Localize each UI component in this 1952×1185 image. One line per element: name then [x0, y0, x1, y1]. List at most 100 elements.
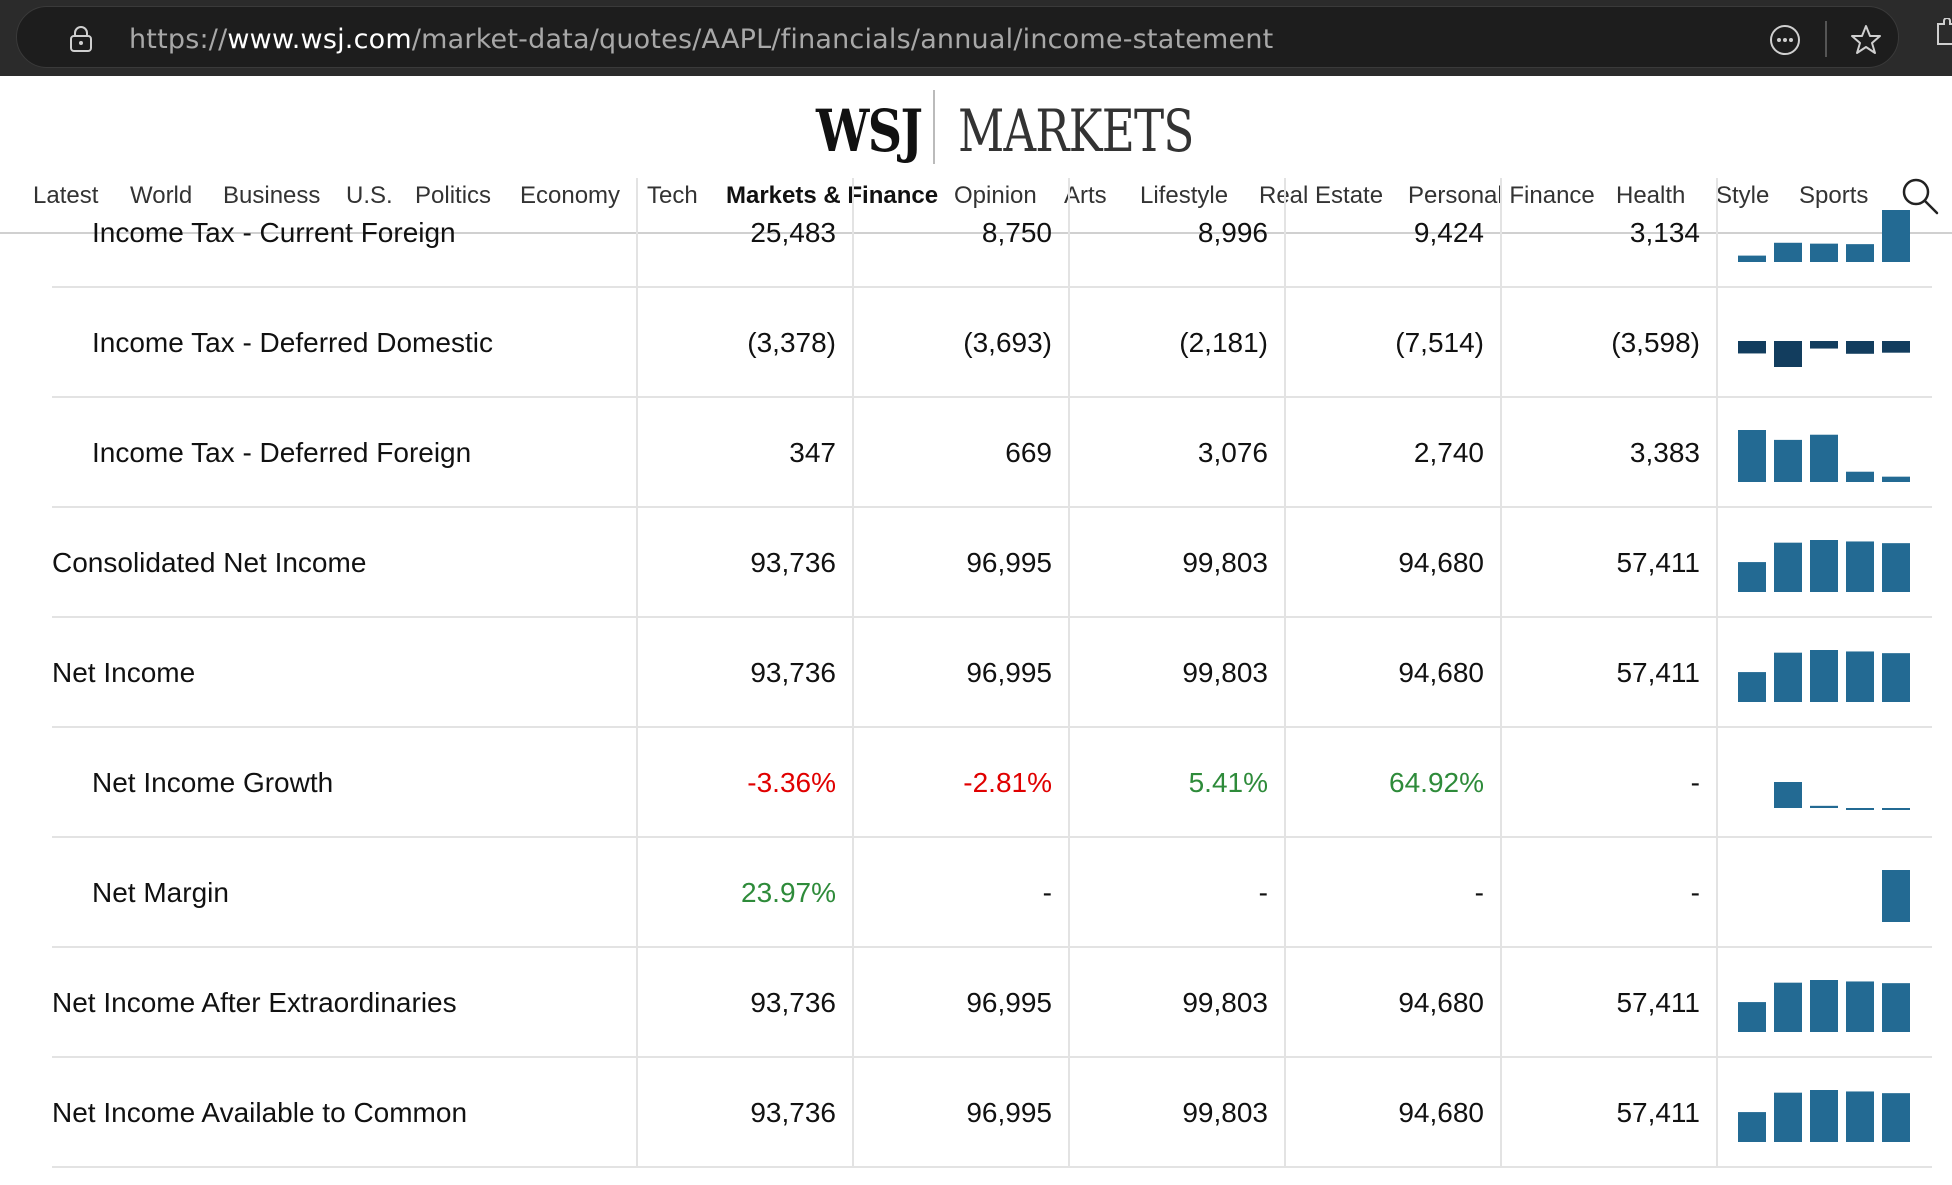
value-cell: 8,750: [852, 178, 1068, 288]
trend-sparkline: [1716, 948, 1932, 1058]
trend-sparkline: [1716, 618, 1932, 728]
row-label: Net Income After Extraordinaries: [52, 987, 457, 1018]
trend-bar: [1738, 1112, 1766, 1142]
address-bar-divider: [1825, 21, 1827, 57]
more-options-icon[interactable]: [1769, 24, 1801, 56]
favorite-star-icon[interactable]: [1849, 23, 1883, 57]
trend-bar: [1774, 341, 1802, 367]
table-row: Income Tax - Deferred Domestic (3,378) (3,…: [52, 288, 1932, 398]
trend-bar: [1882, 210, 1910, 262]
value-cell: 8,996: [1068, 178, 1284, 288]
row-label: Consolidated Net Income: [52, 547, 367, 578]
value-cell: 347: [636, 398, 852, 508]
value-cell: 94,680: [1284, 948, 1500, 1058]
row-label: Income Tax - Current Foreign: [92, 217, 456, 248]
trend-bar: [1810, 980, 1838, 1032]
trend-bar: [1882, 808, 1910, 810]
value-cell: 64.92%: [1284, 728, 1500, 838]
table-row: Income Tax - Deferred Foreign 347 669 3,076…: [52, 398, 1932, 508]
value-cell: -: [1284, 838, 1500, 948]
trend-bar: [1846, 651, 1874, 702]
value-cell: 3,076: [1068, 398, 1284, 508]
value-cell: 3,383: [1500, 398, 1716, 508]
trend-bar: [1810, 1090, 1838, 1142]
value-cell: -: [852, 838, 1068, 948]
trend-bar: [1882, 653, 1910, 702]
value-cell: -2.81%: [852, 728, 1068, 838]
value-cell: 93,736: [636, 618, 852, 728]
trend-bar: [1882, 1093, 1910, 1142]
table-row: Net Income After Extraordinaries 93,736 96…: [52, 948, 1932, 1058]
value-cell: -: [1500, 728, 1716, 838]
value-cell: 57,411: [1500, 948, 1716, 1058]
trend-sparkline: [1716, 838, 1932, 948]
value-cell: 96,995: [852, 1058, 1068, 1168]
trend-bar: [1882, 543, 1910, 592]
row-label: Income Tax - Deferred Domestic: [92, 327, 493, 358]
table-row: Net Income Growth -3.36% -2.81% 5.41% 64.92%…: [52, 728, 1932, 838]
value-cell: 96,995: [852, 948, 1068, 1058]
trend-bar: [1738, 672, 1766, 702]
logo-divider: [933, 90, 935, 164]
value-cell: 25,483: [636, 178, 852, 288]
extensions-puzzle-icon[interactable]: [1934, 18, 1952, 48]
trend-bar: [1846, 1091, 1874, 1142]
lock-icon[interactable]: [69, 26, 93, 52]
trend-bar: [1810, 434, 1838, 482]
url-path: /market-data/quotes/AAPL/financials/annu…: [411, 24, 1274, 55]
trend-bar: [1810, 805, 1838, 808]
value-cell: 99,803: [1068, 618, 1284, 728]
row-label: Income Tax - Deferred Foreign: [92, 437, 472, 468]
trend-bar: [1882, 476, 1910, 482]
value-cell: -3.36%: [636, 728, 852, 838]
value-cell: (3,378): [636, 288, 852, 398]
value-cell: 9,424: [1284, 178, 1500, 288]
value-cell: 57,411: [1500, 508, 1716, 618]
markets-logo[interactable]: MARKETS: [958, 96, 1194, 166]
trend-bar: [1846, 808, 1874, 810]
table-row: Income Tax - Current Foreign 25,483 8,750 8…: [52, 178, 1932, 288]
trend-bar: [1738, 341, 1766, 354]
row-label: Net Income: [52, 657, 196, 688]
trend-bar: [1810, 650, 1838, 702]
table-row: Net Income 93,736 96,995 99,803 94,680 57,411: [52, 618, 1932, 728]
value-cell: 93,736: [636, 948, 852, 1058]
value-cell: 93,736: [636, 508, 852, 618]
value-cell: 669: [852, 398, 1068, 508]
trend-bar: [1738, 430, 1766, 482]
value-cell: 57,411: [1500, 1058, 1716, 1168]
value-cell: 99,803: [1068, 508, 1284, 618]
value-cell: (3,693): [852, 288, 1068, 398]
value-cell: 94,680: [1284, 1058, 1500, 1168]
url-scheme: https://: [129, 24, 228, 55]
value-cell: 94,680: [1284, 508, 1500, 618]
value-cell: -: [1068, 838, 1284, 948]
trend-sparkline: [1716, 1058, 1932, 1168]
trend-bar: [1810, 243, 1838, 262]
trend-bar: [1882, 983, 1910, 1032]
trend-bar: [1738, 255, 1766, 262]
url-text[interactable]: https://www.wsj.com/market-data/quotes/A…: [129, 24, 1273, 55]
trend-sparkline: [1716, 398, 1932, 508]
value-cell: 5.41%: [1068, 728, 1284, 838]
trend-bar: [1810, 341, 1838, 349]
trend-bar: [1738, 1002, 1766, 1032]
value-cell: (7,514): [1284, 288, 1500, 398]
value-cell: 3,134: [1500, 178, 1716, 288]
table-row: Net Margin 23.97% - - - -: [52, 838, 1932, 948]
trend-bar: [1882, 870, 1910, 922]
trend-bar: [1774, 782, 1802, 808]
trend-bar: [1846, 471, 1874, 482]
value-cell: (2,181): [1068, 288, 1284, 398]
value-cell: 94,680: [1284, 618, 1500, 728]
trend-bar: [1774, 439, 1802, 482]
trend-bar: [1846, 244, 1874, 262]
trend-bar: [1774, 652, 1802, 702]
value-cell: -: [1500, 838, 1716, 948]
address-bar[interactable]: https://www.wsj.com/market-data/quotes/A…: [16, 6, 1899, 68]
trend-bar: [1810, 540, 1838, 592]
wsj-logo[interactable]: WSJ: [816, 96, 923, 166]
trend-bar: [1774, 242, 1802, 262]
value-cell: 99,803: [1068, 948, 1284, 1058]
trend-sparkline: [1716, 178, 1932, 288]
